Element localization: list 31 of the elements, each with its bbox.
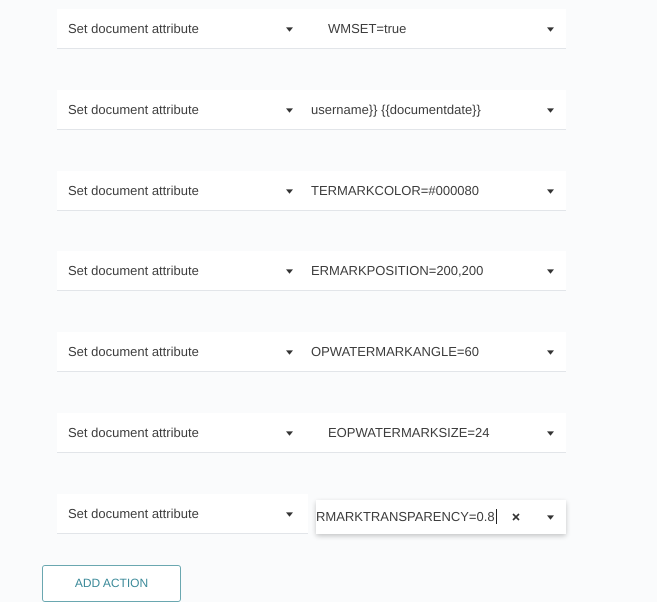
action-type-select[interactable]: Set document attribute — [57, 412, 308, 453]
attribute-value-field[interactable]: OPWATERMARKANGLE=60 — [308, 332, 566, 372]
caret-icon — [547, 269, 554, 274]
action-type-select[interactable]: Set document attribute — [57, 251, 308, 292]
caret-icon — [286, 512, 293, 517]
action-type-select[interactable]: Set document attribute — [57, 90, 308, 130]
text-cursor-icon — [496, 509, 497, 524]
action-type-select[interactable]: Set document attribute — [57, 332, 308, 372]
caret-icon — [547, 430, 554, 436]
caret-icon — [286, 269, 293, 274]
attribute-value-field[interactable]: TERMARKCOLOR=#000080 — [308, 170, 566, 211]
caret-icon — [547, 27, 554, 32]
action-type-select[interactable]: Set document attribute — [57, 494, 308, 534]
caret-icon — [286, 108, 293, 113]
action-type-select[interactable]: Set document attribute — [57, 170, 308, 211]
caret-icon — [547, 108, 554, 113]
caret-icon — [286, 27, 293, 32]
add-action-button[interactable]: ADD ACTION — [42, 564, 181, 602]
attribute-value-field[interactable]: WMSET=true — [308, 9, 566, 49]
caret-icon — [286, 188, 293, 194]
caret-icon — [286, 430, 293, 436]
caret-icon — [286, 350, 293, 356]
action-type-select[interactable]: Set document attribute — [57, 9, 308, 49]
caret-icon — [547, 350, 554, 356]
caret-icon — [547, 188, 554, 194]
attribute-value-field[interactable]: ERMARKPOSITION=200,200 — [308, 251, 566, 292]
attribute-value-field[interactable]: EOPWATERMARKSIZE=24 — [308, 412, 566, 453]
attribute-value-field[interactable]: username}} {{documentdate}} — [308, 90, 566, 130]
attribute-value-field[interactable]: RMARKTRANSPARENCY=0.8 — [316, 500, 566, 534]
caret-icon — [547, 514, 554, 520]
clear-icon[interactable] — [512, 512, 520, 521]
